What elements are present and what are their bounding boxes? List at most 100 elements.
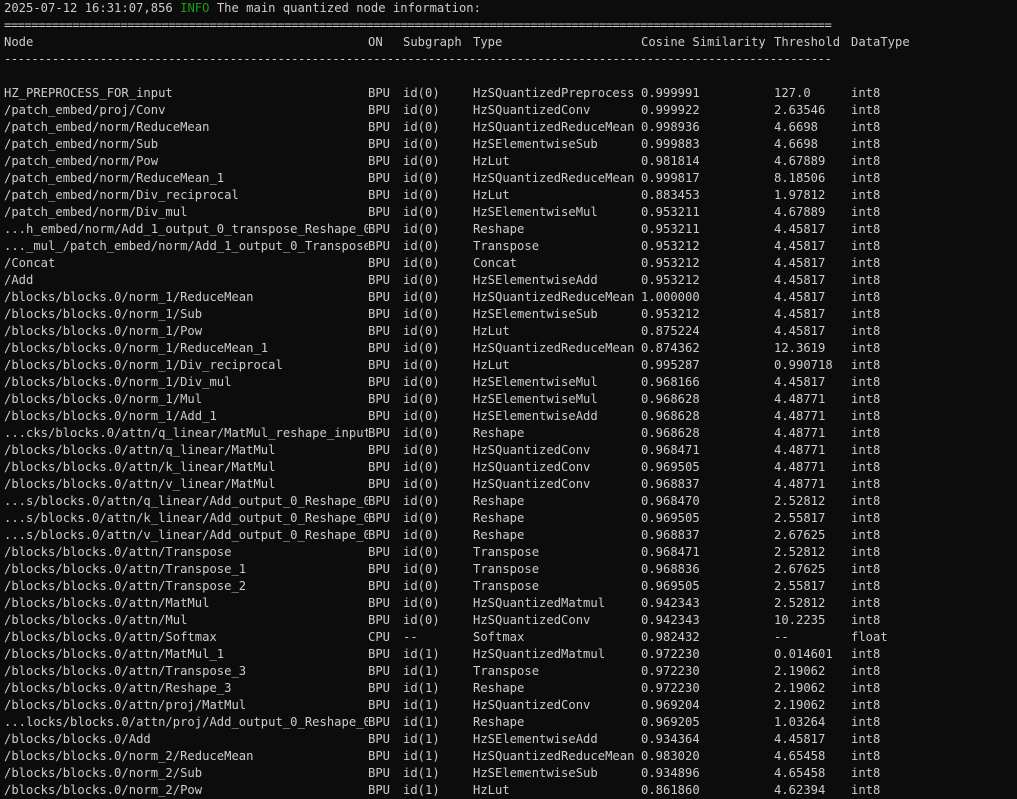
cell-type: Transpose [473,239,540,253]
cell-datatype: int8 [851,511,881,525]
cell-subgraph: id(0) [403,256,440,270]
cell-node: /blocks/blocks.0/norm_1/ReduceMean_1 [4,341,269,355]
cell-datatype: int8 [851,188,881,202]
cell-on: BPU [368,171,391,185]
cell-cosine: 0.982432 [641,630,700,644]
table-row: ...s/blocks.0/attn/k_linear/Add_output_0… [4,510,1017,527]
table-row: /patch_embed/norm/Div_reciprocal BPU id(0)… [4,187,1017,204]
cell-threshold: 0.014601 [774,647,833,661]
cell-threshold: 4.45817 [774,324,826,338]
cell-datatype: int8 [851,341,881,355]
cell-cosine: 0.981814 [641,154,700,168]
cell-subgraph: id(0) [403,358,440,372]
cell-threshold: 4.45817 [774,290,826,304]
table-separator-top: ========================================… [4,18,832,32]
cell-node: ..._mul_/patch_embed/norm/Add_1_output_0… [4,239,368,253]
cell-datatype: int8 [851,562,881,576]
table-row: /blocks/blocks.0/attn/Transpose_3 BPU id(1… [4,663,1017,680]
cell-subgraph: id(0) [403,426,440,440]
cell-type: Transpose [473,579,540,593]
cell-type: Transpose [473,545,540,559]
cell-type: HzSQuantizedMatmul [473,596,606,610]
cell-subgraph: id(0) [403,545,440,559]
cell-type: HzLut [473,154,510,168]
table-row: HZ_PREPROCESS_FOR_input BPU id(0) HzSQuanti… [4,85,1017,102]
cell-cosine: 0.968628 [641,409,700,423]
cell-datatype: int8 [851,443,881,457]
cell-type: HzSElementwiseSub [473,137,598,151]
cell-node: /blocks/blocks.0/norm_1/Add_1 [4,409,217,423]
cell-threshold: 0.990718 [774,358,833,372]
cell-on: BPU [368,358,391,372]
cell-subgraph: id(0) [403,307,440,321]
cell-datatype: int8 [851,460,881,474]
table-row: /blocks/blocks.0/attn/q_linear/MatMul BPU… [4,442,1017,459]
cell-node: /patch_embed/norm/Div_reciprocal [4,188,239,202]
cell-node: /Concat [4,256,56,270]
cell-node: /blocks/blocks.0/attn/MatMul_1 [4,647,225,661]
cell-cosine: 0.861860 [641,783,700,797]
log-timestamp: 2025-07-12 16:31:07,856 [4,1,173,15]
cell-cosine: 0.972230 [641,647,700,661]
cell-node: /patch_embed/proj/Conv [4,103,166,117]
cell-on: BPU [368,562,391,576]
cell-node: /blocks/blocks.0/attn/Reshape_3 [4,681,232,695]
cell-subgraph: id(0) [403,375,440,389]
cell-cosine: 0.968471 [641,545,700,559]
cell-node: ...s/blocks.0/attn/k_linear/Add_output_0… [4,511,368,525]
cell-cosine: 0.998936 [641,120,700,134]
table-row: /blocks/blocks.0/attn/Transpose_2 BPU id(0… [4,578,1017,595]
cell-type: HzSQuantizedConv [473,443,591,457]
cell-type: Transpose [473,664,540,678]
cell-threshold: 12.3619 [774,341,826,355]
cell-node: /blocks/blocks.0/norm_2/Pow [4,783,203,797]
cell-datatype: int8 [851,290,881,304]
cell-type: HzSQuantizedConv [473,103,591,117]
header-node: Node [4,35,34,49]
cell-type: HzSElementwiseSub [473,766,598,780]
cell-threshold: 4.48771 [774,409,826,423]
cell-cosine: 0.999922 [641,103,700,117]
table-row: /blocks/blocks.0/norm_1/ReduceMean BPU id(… [4,289,1017,306]
cell-threshold: 4.6698 [774,137,819,151]
cell-node: /blocks/blocks.0/attn/Transpose_2 [4,579,247,593]
cell-type: Reshape [473,528,525,542]
cell-on: BPU [368,545,391,559]
cell-threshold: 4.45817 [774,307,826,321]
cell-on: BPU [368,443,391,457]
cell-type: HzSQuantizedReduceMean [473,171,635,185]
cell-subgraph: id(0) [403,86,440,100]
cell-cosine: 0.983020 [641,749,700,763]
cell-on: BPU [368,188,391,202]
cell-on: BPU [368,273,391,287]
cell-type: HzSQuantizedConv [473,477,591,491]
cell-cosine: 0.968836 [641,562,700,576]
cell-datatype: int8 [851,426,881,440]
table-row: /blocks/blocks.0/attn/v_linear/MatMul BPU… [4,476,1017,493]
header-subgraph: Subgraph [403,35,462,49]
cell-subgraph: id(0) [403,511,440,525]
cell-node: /patch_embed/norm/Pow [4,154,159,168]
cell-threshold: 1.97812 [774,188,826,202]
cell-on: BPU [368,86,391,100]
cell-type: Reshape [473,222,525,236]
cell-cosine: 0.875224 [641,324,700,338]
cell-datatype: int8 [851,749,881,763]
cell-type: HzSQuantizedConv [473,460,591,474]
cell-threshold: 2.52812 [774,596,826,610]
cell-on: BPU [368,205,391,219]
cell-threshold: 2.19062 [774,698,826,712]
table-row: /blocks/blocks.0/attn/Mul BPU id(0) HzSQuan… [4,612,1017,629]
terminal-output: 2025-07-12 16:31:07,856 INFO The main qu… [0,0,1017,797]
cell-cosine: 0.942343 [641,613,700,627]
cell-threshold: 4.48771 [774,426,826,440]
cell-cosine: 0.953212 [641,239,700,253]
cell-datatype: int8 [851,664,881,678]
cell-datatype: int8 [851,494,881,508]
cell-subgraph: id(0) [403,188,440,202]
cell-on: BPU [368,613,391,627]
cell-node: /blocks/blocks.0/attn/proj/MatMul [4,698,247,712]
cell-on: BPU [368,256,391,270]
cell-threshold: 2.19062 [774,664,826,678]
cell-subgraph: id(0) [403,460,440,474]
